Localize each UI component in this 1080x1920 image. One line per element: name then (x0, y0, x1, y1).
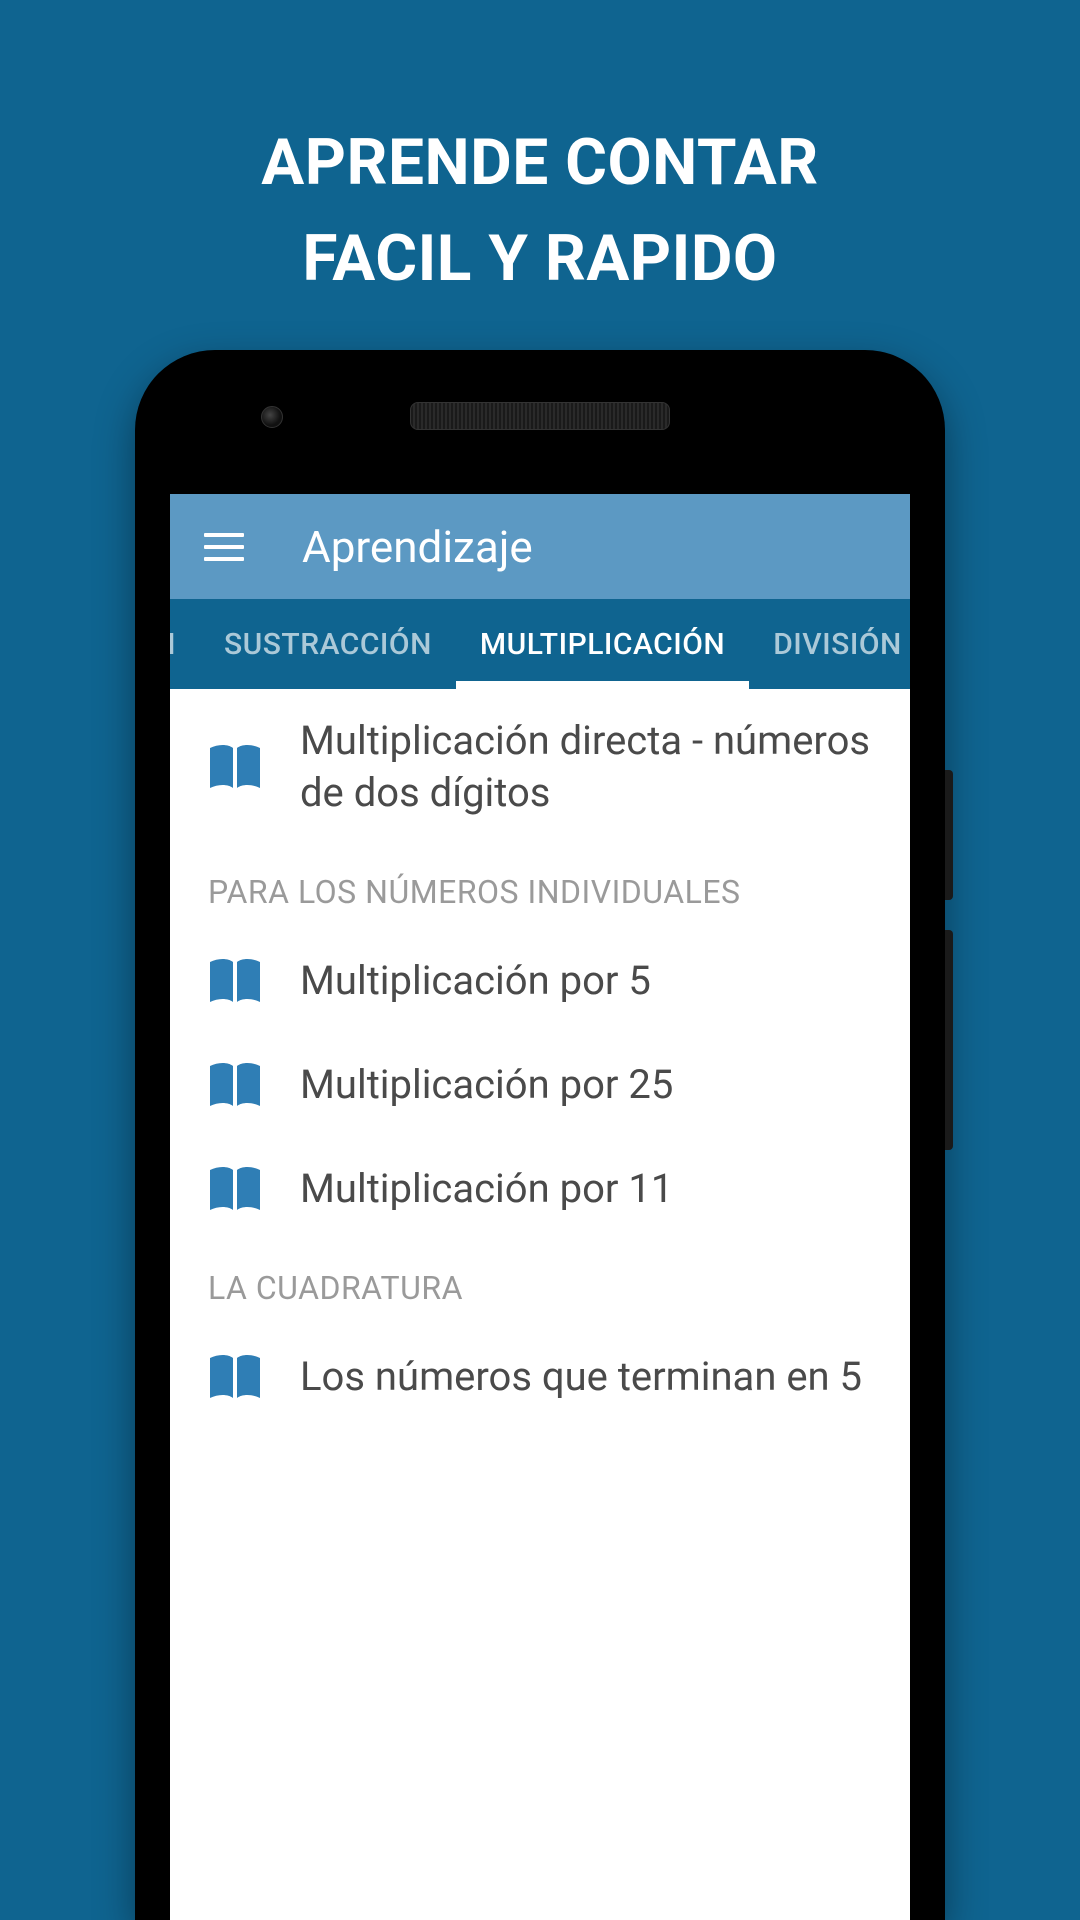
phone-side-button (945, 930, 953, 1150)
phone-camera (261, 406, 283, 428)
hero-text: APRENDE CONTAR FACIL Y RAPIDO (0, 0, 1080, 307)
tab-sustraccion[interactable]: SUSTRACCIÓN (200, 599, 456, 689)
list-item[interactable]: Multiplicación por 25 (170, 1033, 910, 1137)
item-label: Los números que terminan en 5 (300, 1351, 862, 1403)
list-item[interactable]: Multiplicación por 11 (170, 1137, 910, 1241)
phone-frame: Aprendizaje IÓN SUSTRACCIÓN MULTIPLICACI… (135, 350, 945, 1920)
phone-speaker (410, 402, 670, 430)
tab-bar: IÓN SUSTRACCIÓN MULTIPLICACIÓN DIVISIÓN (170, 599, 910, 689)
section-header: LA CUADRATURA (170, 1241, 910, 1325)
item-label: Multiplicación por 25 (300, 1059, 673, 1111)
menu-icon[interactable] (204, 533, 244, 561)
hero-line-1: APRENDE CONTAR (0, 115, 1080, 211)
tab-adicion[interactable]: IÓN (170, 599, 200, 689)
app-bar: Aprendizaje (170, 494, 910, 599)
book-icon (208, 1166, 262, 1212)
list-item[interactable]: Los números que terminan en 5 (170, 1325, 910, 1429)
tab-division[interactable]: DIVISIÓN (749, 599, 910, 689)
phone-side-button (945, 770, 953, 900)
tab-multiplicacion[interactable]: MULTIPLICACIÓN (456, 599, 749, 689)
section-header: PARA LOS NÚMEROS INDIVIDUALES (170, 845, 910, 929)
list-item[interactable]: Multiplicación directa - números de dos … (170, 689, 910, 845)
book-icon (208, 1354, 262, 1400)
list-item[interactable]: Multiplicación por 5 (170, 929, 910, 1033)
book-icon (208, 744, 262, 790)
hero-line-2: FACIL Y RAPIDO (0, 211, 1080, 307)
phone-screen: Aprendizaje IÓN SUSTRACCIÓN MULTIPLICACI… (170, 494, 910, 1920)
content: Multiplicación directa - números de dos … (170, 689, 910, 1429)
app-title: Aprendizaje (302, 521, 533, 573)
book-icon (208, 958, 262, 1004)
book-icon (208, 1062, 262, 1108)
item-label: Multiplicación por 11 (300, 1163, 673, 1215)
item-label: Multiplicación por 5 (300, 955, 651, 1007)
item-label: Multiplicación directa - números de dos … (300, 715, 872, 819)
